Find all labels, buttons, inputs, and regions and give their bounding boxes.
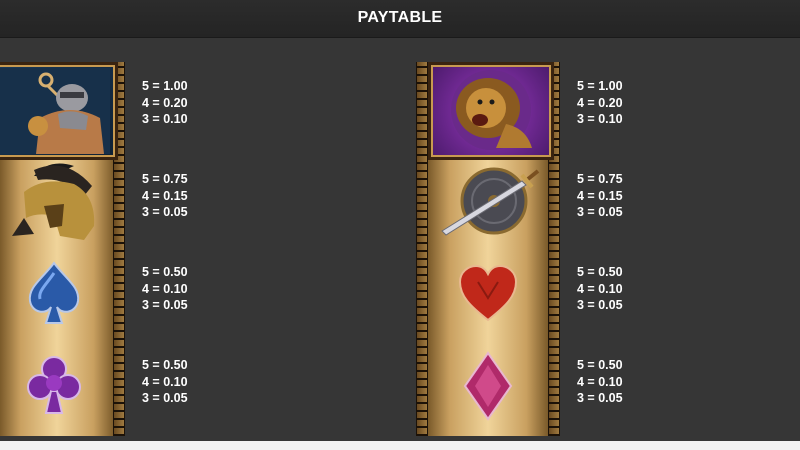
pay-line: 4 = 0.20 [577,95,623,110]
pay-line: 3 = 0.05 [142,391,188,405]
helmet-pays: 5 = 0.75 4 = 0.15 3 = 0.05 [142,171,232,221]
pay-line: 5 = 0.75 [142,172,188,186]
lion-symbol [428,62,554,160]
bottom-bar [0,441,800,450]
pay-line: 4 = 0.15 [577,188,623,203]
gladiator-symbol [0,62,118,160]
club-symbol [0,340,114,432]
pay-line: 5 = 0.50 [142,265,188,279]
pay-line: 3 = 0.05 [577,391,623,405]
sword-shield-icon [441,167,540,236]
lion-pays: 5 = 1.00 4 = 0.20 3 = 0.10 [577,78,667,128]
heart-icon [458,264,518,322]
pay-line: 4 = 0.10 [142,374,188,389]
pay-line: 5 = 1.00 [577,79,623,93]
spade-symbol [0,248,114,340]
diamond-symbol [428,340,548,432]
pay-line: 3 = 0.10 [577,112,623,126]
club-icon [27,356,81,414]
pay-line: 4 = 0.15 [142,188,188,203]
pay-line: 3 = 0.05 [142,205,188,219]
paytable-header: PAYTABLE [0,0,800,38]
sword-shield-symbol [428,155,548,247]
right-greek-border-left [416,62,428,436]
spade-icon [28,261,80,324]
helmet-symbol [0,155,114,247]
heart-pays: 5 = 0.50 4 = 0.10 3 = 0.05 [577,264,667,314]
pay-line: 4 = 0.10 [577,374,623,389]
pay-line: 3 = 0.05 [142,298,188,312]
pay-line: 4 = 0.20 [142,95,188,110]
sword-shield-pays: 5 = 0.75 4 = 0.15 3 = 0.05 [577,171,667,221]
diamond-icon [463,351,513,421]
pay-line: 3 = 0.05 [577,205,623,219]
pay-line: 4 = 0.10 [577,281,623,296]
pay-line: 5 = 1.00 [142,79,188,93]
page-title: PAYTABLE [357,9,443,26]
pay-line: 5 = 0.50 [577,358,623,372]
lion-icon [451,70,532,150]
club-pays: 5 = 0.50 4 = 0.10 3 = 0.05 [142,357,232,407]
gladiator-pays: 5 = 1.00 4 = 0.20 3 = 0.10 [142,78,232,128]
pay-line: 3 = 0.05 [577,298,623,312]
spade-pays: 5 = 0.50 4 = 0.10 3 = 0.05 [142,264,232,314]
pay-line: 4 = 0.10 [142,281,188,296]
pay-line: 5 = 0.50 [142,358,188,372]
pay-line: 5 = 0.50 [577,265,623,279]
pay-line: 3 = 0.10 [142,112,188,126]
helmet-icon [12,163,95,240]
heart-symbol [428,248,548,340]
gladiator-icon [0,68,110,154]
pay-line: 5 = 0.75 [577,172,623,186]
diamond-pays: 5 = 0.50 4 = 0.10 3 = 0.05 [577,357,667,407]
